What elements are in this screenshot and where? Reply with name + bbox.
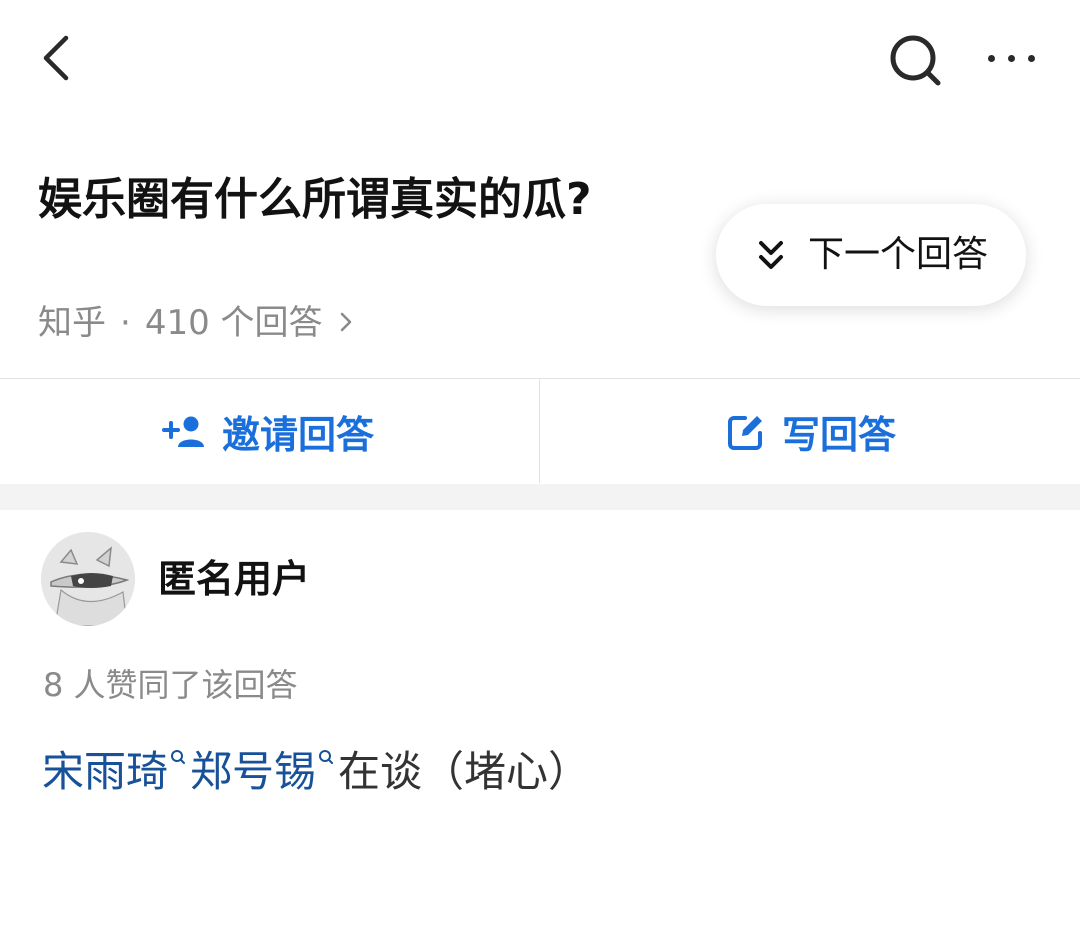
write-answer-label: 写回答: [782, 413, 897, 457]
search-icon[interactable]: [168, 748, 188, 770]
source-label: 知乎: [38, 303, 106, 343]
back-arrow-icon: [43, 35, 69, 81]
add-person-icon: [162, 416, 204, 447]
search-button[interactable]: [880, 26, 950, 96]
edit-icon: [728, 415, 762, 450]
invite-answer-button[interactable]: 邀请回答: [0, 379, 539, 484]
more-button[interactable]: [976, 30, 1046, 86]
author-name[interactable]: 匿名用户: [158, 553, 310, 605]
question-title[interactable]: 娱乐圈有什么所谓真实的瓜?: [38, 164, 738, 236]
answer-text: 在谈（堵心）: [338, 747, 591, 796]
next-answer-label: 下一个回答: [808, 234, 989, 275]
answer-content[interactable]: 宋雨琦 郑号锡 在谈（堵心）: [42, 742, 590, 802]
double-chevron-down-icon: [759, 241, 783, 269]
search-link-2[interactable]: 郑号锡: [190, 747, 316, 796]
vote-count: 8 人赞同了该回答: [43, 666, 298, 704]
search-icon: [890, 35, 941, 86]
anonymous-avatar-icon: [41, 532, 135, 626]
top-bar: [0, 0, 1080, 120]
back-button[interactable]: [28, 28, 88, 88]
question-meta[interactable]: 知乎 · 410 个回答: [38, 298, 353, 348]
meta-separator: ·: [120, 303, 131, 343]
next-answer-button[interactable]: 下一个回答: [716, 204, 1026, 306]
answer-count: 410 个回答: [144, 303, 323, 343]
search-icon[interactable]: [316, 748, 336, 770]
section-divider: [0, 484, 1080, 510]
invite-answer-label: 邀请回答: [222, 413, 375, 457]
search-link-1[interactable]: 宋雨琦: [42, 747, 168, 796]
avatar[interactable]: [41, 532, 135, 626]
chevron-right-icon: [340, 312, 351, 331]
write-answer-button[interactable]: 写回答: [540, 379, 1080, 484]
